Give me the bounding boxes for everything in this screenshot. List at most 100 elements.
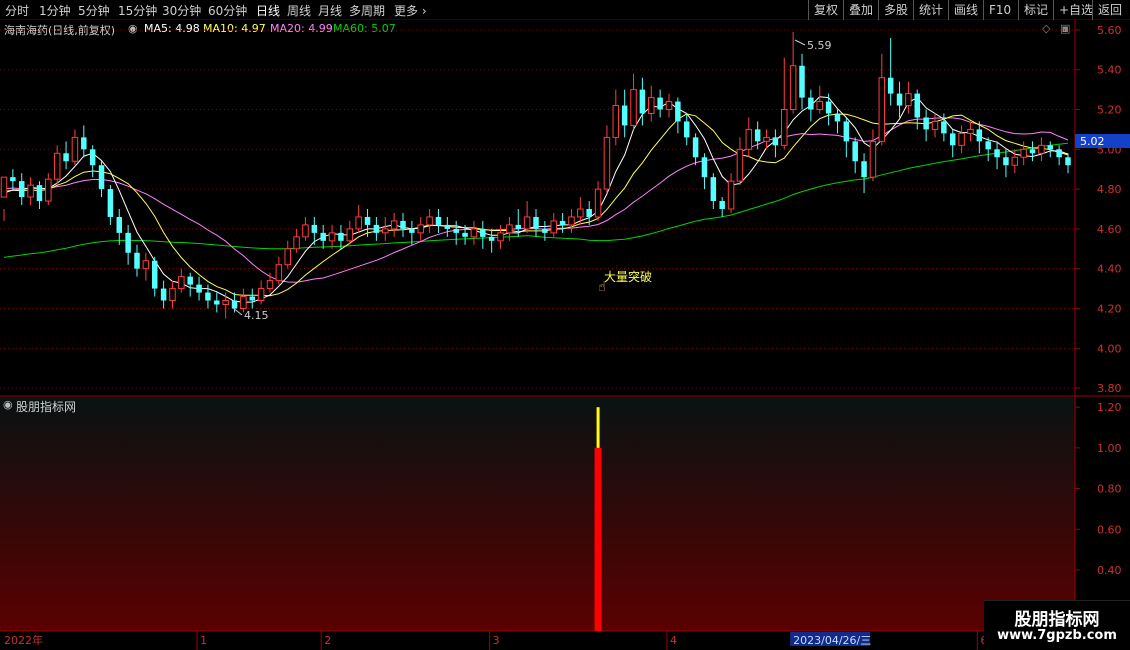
candle bbox=[816, 85, 823, 114]
button-statistics[interactable]: 统计 bbox=[913, 0, 948, 20]
candle bbox=[160, 280, 167, 309]
candle-body bbox=[1065, 157, 1071, 166]
candle bbox=[692, 133, 699, 166]
candle-body bbox=[976, 129, 983, 142]
candle-body bbox=[470, 228, 478, 238]
breakout-annotation: 大量突破 bbox=[604, 269, 652, 284]
candle-body bbox=[781, 109, 788, 146]
candle bbox=[444, 216, 451, 237]
watermark-title: 股朋指标网 bbox=[1014, 610, 1100, 630]
candle-body bbox=[45, 178, 52, 202]
candle-body bbox=[648, 97, 655, 115]
candle-body bbox=[10, 177, 16, 182]
button-restore-rights[interactable]: 复权 bbox=[808, 0, 843, 20]
button-multi-stock[interactable]: 多股 bbox=[878, 0, 913, 20]
candle-body bbox=[941, 121, 947, 134]
candle-body bbox=[799, 65, 805, 98]
candle bbox=[852, 137, 858, 174]
button-draw-line[interactable]: 画线 bbox=[948, 0, 983, 20]
candle-body bbox=[98, 165, 105, 190]
period-1min[interactable]: 1分钟 bbox=[39, 2, 71, 19]
candle-body bbox=[550, 220, 557, 234]
period-30min[interactable]: 30分钟 bbox=[162, 2, 201, 19]
candle bbox=[594, 181, 602, 221]
candle-body bbox=[488, 236, 495, 241]
indicator-panel-title: 股朋指标网 bbox=[16, 400, 77, 414]
candle-body bbox=[160, 288, 167, 301]
candle-body bbox=[967, 128, 974, 134]
candle-body bbox=[435, 216, 442, 225]
period-monthly[interactable]: 月线 bbox=[318, 2, 342, 19]
candle bbox=[1038, 137, 1045, 162]
candle-body bbox=[816, 101, 823, 111]
candle bbox=[488, 228, 495, 253]
candle bbox=[178, 268, 185, 293]
time-axis-labels: 2022年12342023/04/26/三6 bbox=[4, 631, 987, 650]
candle bbox=[967, 121, 974, 142]
candle bbox=[169, 280, 176, 309]
period-multi[interactable]: 多周期 bbox=[349, 2, 385, 19]
price-tick-label: 4.20 bbox=[1097, 302, 1122, 315]
candle-body bbox=[763, 136, 770, 142]
candle-body bbox=[887, 77, 894, 94]
candle bbox=[1020, 141, 1027, 166]
candle bbox=[45, 173, 52, 206]
candle-body bbox=[719, 201, 725, 209]
period-more[interactable]: 更多 › bbox=[394, 2, 427, 19]
candle bbox=[284, 240, 291, 269]
candle-body bbox=[205, 292, 211, 301]
button-mark[interactable]: 标记 bbox=[1018, 0, 1053, 20]
candle-body bbox=[275, 264, 283, 282]
panel-collapse-icon[interactable]: ◉ bbox=[3, 398, 13, 411]
candle bbox=[275, 256, 283, 285]
candle bbox=[1047, 141, 1054, 158]
candle bbox=[382, 216, 389, 241]
period-intraday[interactable]: 分时 bbox=[5, 2, 29, 19]
price-tick-label: 3.80 bbox=[1097, 382, 1122, 395]
candle-body bbox=[515, 224, 522, 229]
candle bbox=[409, 220, 415, 245]
candle bbox=[453, 220, 459, 245]
period-daily[interactable]: 日线 bbox=[256, 2, 280, 19]
candle-body bbox=[994, 149, 1000, 158]
period-15min[interactable]: 15分钟 bbox=[118, 2, 157, 19]
price-tick-label: 5.20 bbox=[1097, 104, 1122, 117]
indicator-tick-label: 0.80 bbox=[1097, 483, 1122, 496]
time-axis-label: 2 bbox=[324, 634, 331, 647]
price-tick-label: 4.40 bbox=[1097, 263, 1122, 276]
candle bbox=[772, 129, 779, 158]
price-tick-label: 4.00 bbox=[1097, 342, 1122, 355]
candle bbox=[808, 89, 814, 122]
candle bbox=[328, 224, 336, 249]
period-5min[interactable]: 5分钟 bbox=[78, 2, 110, 19]
candle bbox=[843, 117, 850, 158]
candle-body bbox=[328, 232, 336, 242]
candle bbox=[568, 208, 575, 233]
candle-body bbox=[249, 296, 256, 301]
time-axis-label: 4 bbox=[670, 634, 677, 647]
button-overlay[interactable]: 叠加 bbox=[843, 0, 878, 20]
candle-body bbox=[542, 228, 548, 233]
period-60min[interactable]: 60分钟 bbox=[208, 2, 247, 19]
candle-body bbox=[480, 228, 486, 237]
candle-body bbox=[985, 141, 991, 150]
candle bbox=[98, 161, 105, 198]
candle bbox=[1029, 141, 1036, 162]
candle-body bbox=[1038, 144, 1045, 154]
candle bbox=[896, 81, 903, 118]
candle-body bbox=[293, 236, 300, 250]
candle-body bbox=[409, 228, 415, 233]
candle bbox=[789, 31, 797, 114]
candle-body bbox=[116, 216, 123, 233]
candle bbox=[390, 212, 398, 237]
candle-body bbox=[222, 300, 229, 305]
candle-body bbox=[568, 216, 575, 226]
button-back[interactable]: 返回 bbox=[1092, 0, 1127, 20]
candle bbox=[603, 125, 611, 194]
candle bbox=[931, 113, 939, 138]
candle bbox=[151, 256, 158, 297]
button-f10[interactable]: F10 bbox=[983, 0, 1016, 20]
period-weekly[interactable]: 周线 bbox=[287, 2, 311, 19]
candle bbox=[400, 212, 406, 237]
candle-body bbox=[603, 136, 611, 190]
